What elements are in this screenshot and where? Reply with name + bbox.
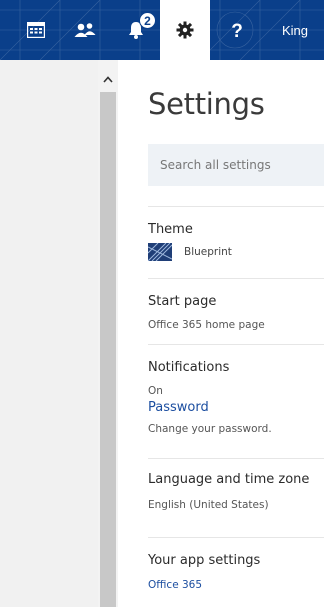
people-button[interactable]: [60, 0, 110, 60]
gear-icon: [176, 21, 194, 39]
password-link[interactable]: Password: [148, 400, 209, 415]
scroll-thumb[interactable]: [100, 92, 116, 607]
user-name[interactable]: King: [282, 0, 308, 60]
divider: [148, 206, 324, 207]
help-button[interactable]: ?: [212, 0, 262, 60]
top-navigation-bar: 2 ? King: [0, 0, 324, 60]
divider: [148, 458, 324, 459]
office-365-link[interactable]: Office 365: [148, 579, 202, 591]
theme-thumbnail: [148, 243, 172, 261]
calendar-button[interactable]: [14, 0, 58, 60]
setting-language-time-zone[interactable]: Language and time zone English (United S…: [148, 458, 324, 518]
search-input[interactable]: Search all settings: [148, 144, 324, 186]
setting-label: Theme: [148, 222, 193, 237]
setting-password[interactable]: Password Change your password.: [148, 386, 324, 446]
setting-label: Start page: [148, 294, 217, 309]
theme-preview: Blueprint: [148, 243, 232, 261]
setting-value: Blueprint: [184, 246, 232, 258]
setting-start-page[interactable]: Start page Office 365 home page: [148, 278, 324, 338]
divider: [148, 344, 324, 345]
setting-theme[interactable]: Theme Blueprint: [148, 206, 324, 266]
help-icon: ?: [231, 21, 243, 40]
settings-panel: Settings Search all settings Theme Bluep…: [118, 60, 324, 607]
page-title: Settings: [148, 87, 265, 121]
setting-label: Language and time zone: [148, 472, 310, 487]
setting-label: Notifications: [148, 360, 230, 375]
left-pane: [0, 60, 98, 607]
divider: [148, 278, 324, 279]
setting-value: English (United States): [148, 499, 269, 511]
people-icon: [74, 23, 96, 37]
scrollbar[interactable]: [98, 60, 118, 607]
chevron-up-icon: [103, 75, 113, 83]
scroll-up-button[interactable]: [98, 70, 118, 88]
setting-value: Office 365 home page: [148, 319, 265, 331]
svg-text:?: ?: [231, 21, 243, 40]
calendar-icon: [27, 22, 45, 38]
settings-button[interactable]: [160, 0, 210, 60]
setting-value: Change your password.: [148, 423, 272, 435]
divider: [148, 537, 324, 538]
setting-label: Your app settings: [148, 553, 261, 568]
setting-app-settings[interactable]: Your app settings Office 365: [148, 537, 324, 597]
notification-count-badge: 2: [139, 12, 156, 29]
notifications-button[interactable]: 2: [112, 0, 160, 60]
